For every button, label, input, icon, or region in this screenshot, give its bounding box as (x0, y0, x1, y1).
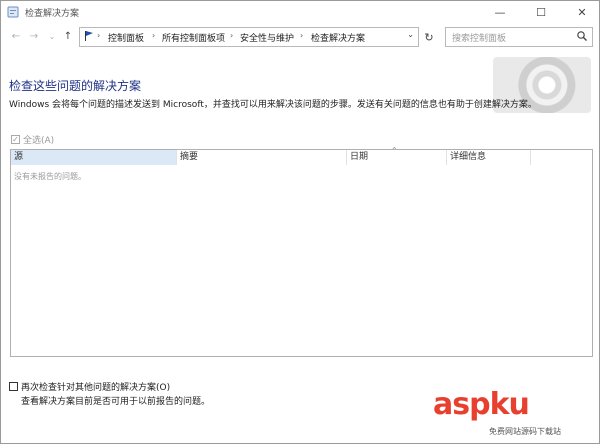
control-panel-app-icon (7, 6, 19, 18)
recheck-description: 查看解决方案目前是否可用于以前报告的问题。 (21, 397, 211, 407)
select-all-label: 全选(A) (23, 136, 55, 146)
arrow-up-icon: ↑ (63, 30, 73, 42)
problem-list[interactable]: 源 摘要 日期 详细信息 ⌃ 没有未报告的问题。 (10, 146, 593, 357)
breadcrumb-item-security[interactable]: 安全性与维护 (240, 31, 294, 44)
watermark-logo: aspku (433, 387, 530, 422)
chevron-down-icon: ⌄ (48, 31, 56, 41)
search-input[interactable]: 搜索控制面板 (452, 31, 506, 44)
arrow-right-icon: → (29, 30, 39, 42)
empty-list-message: 没有未报告的问题。 (14, 172, 86, 181)
maximize-button[interactable]: ☐ (524, 1, 558, 23)
breadcrumb-item-control-panel[interactable]: 控制面板 (108, 31, 144, 44)
breadcrumb-separator-icon: › (97, 31, 101, 40)
forward-button[interactable]: → (27, 28, 41, 44)
window: 检查解决方案 — ☐ ✕ ← → ⌄ ↑ › 控制面板 › 所有控制面板项 › … (0, 0, 600, 444)
refresh-icon: ↻ (424, 30, 434, 44)
minimize-icon: — (494, 5, 506, 19)
page-title: 检查这些问题的解决方案 (9, 79, 142, 93)
up-button[interactable]: ↑ (61, 28, 75, 44)
watermark-subtitle: 免费网站源码下载站 (489, 427, 561, 436)
window-title: 检查解决方案 (25, 9, 80, 19)
flag-icon (85, 31, 93, 41)
sort-ascending-icon: ⌃ (391, 146, 398, 155)
title-bar: 检查解决方案 — ☐ ✕ (1, 1, 599, 23)
breadcrumb-separator-icon: › (300, 31, 304, 40)
minimize-button[interactable]: — (483, 1, 517, 23)
close-button[interactable]: ✕ (565, 1, 599, 23)
breadcrumb-separator-icon: › (152, 31, 156, 40)
checkbox-checked-icon: ✓ (11, 134, 20, 144)
search-icon (577, 31, 587, 41)
breadcrumb-item-current[interactable]: 检查解决方案 (311, 31, 365, 44)
column-header-source[interactable]: 源 (11, 150, 177, 165)
address-bar[interactable]: › 控制面板 › 所有控制面板项 › 安全性与维护 › 检查解决方案 ⌄ (79, 27, 419, 47)
column-header-summary[interactable]: 摘要 (177, 150, 347, 165)
refresh-button[interactable]: ↻ (421, 27, 437, 47)
column-header-details[interactable]: 详细信息 (447, 150, 531, 165)
recheck-checkbox[interactable]: 再次检查针对其他问题的解决方案(O) (9, 380, 170, 393)
arrow-left-icon: ← (11, 30, 21, 42)
close-icon: ✕ (577, 5, 587, 19)
page-description: Windows 会将每个问题的描述发送到 Microsoft，并查找可以用来解决… (9, 100, 537, 110)
recheck-label: 再次检查针对其他问题的解决方案(O) (21, 383, 171, 393)
maximize-icon: ☐ (536, 5, 546, 19)
checkbox-unchecked-icon (9, 382, 18, 391)
breadcrumb-item-all-items[interactable]: 所有控制面板项 (162, 31, 225, 44)
recent-locations-button[interactable]: ⌄ (45, 28, 59, 44)
select-all-checkbox[interactable]: ✓ 全选(A) (11, 133, 54, 146)
breadcrumb-separator-icon: › (230, 31, 234, 40)
search-box[interactable]: 搜索控制面板 (445, 27, 593, 47)
navigation-bar: ← → ⌄ ↑ › 控制面板 › 所有控制面板项 › 安全性与维护 › 检查解决… (1, 25, 599, 47)
back-button[interactable]: ← (9, 28, 23, 44)
address-dropdown-icon[interactable]: ⌄ (407, 30, 414, 39)
